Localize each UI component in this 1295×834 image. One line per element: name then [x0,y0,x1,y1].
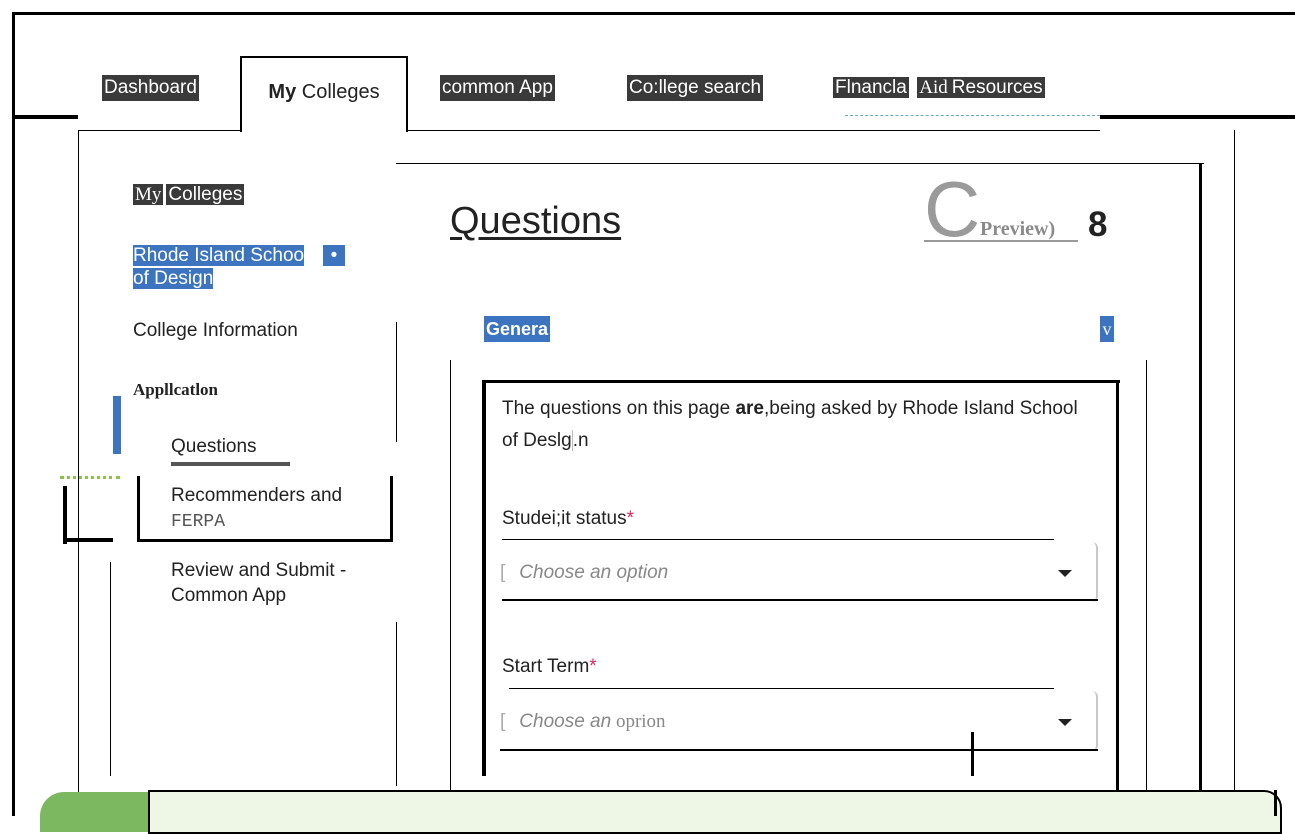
start-term-option-text-a: Choose an [519,711,612,732]
sidebar-college-name[interactable]: Rhode Island Schoo • of Design [133,244,346,290]
focus-bracket-left [63,486,67,544]
form-right-guide [1146,360,1147,816]
question-count: 8 [1088,205,1108,244]
sidebar-breadcrumb[interactable]: My Colleges [133,182,245,208]
tab-baseline-left [78,130,240,131]
preview-label: Preview) [980,218,1056,240]
review-submit-line2: Common App [171,585,287,606]
sidebar-application-heading: Appllcatlon [133,380,219,399]
tabbar-right-underline [1100,115,1295,119]
intro-text-a: The questions on this page [502,398,736,419]
content-right-border [1234,130,1235,816]
student-status-label-underline [502,539,1054,540]
student-status-option-text: Choose an option [519,562,669,583]
recommenders-label: Recommenders and [171,485,343,506]
college-name-bullet: • [322,245,346,266]
preview-link[interactable]: C Preview) [924,170,1084,250]
sidebar-item-recommenders[interactable]: Recommenders and FERPA [137,476,393,542]
preview-underline [924,240,1078,242]
sidebar-item-college-information[interactable]: College Information [133,320,298,342]
caret-down-icon[interactable] [1058,570,1072,577]
tab-hover-indicator [845,115,1100,116]
intro-text: The questions on this page are,being ask… [502,393,1092,457]
intro-text-c: .n [571,430,589,451]
student-status-select-underline [502,599,1098,601]
start-term-text: Start Term [502,656,590,677]
sidebar-item-questions[interactable]: Questions [171,436,257,458]
start-term-label: Start Term* [502,656,597,678]
caret-down-icon[interactable] [1058,719,1072,726]
sidebar-item-review-submit[interactable]: Review and Submit - Common App [171,558,346,608]
form-left-guide [450,360,451,816]
tab-college-search[interactable]: Co:llege search [627,75,764,101]
college-name-line2: of Design [133,268,214,289]
start-term-select[interactable]: [ Choose an oprion [500,691,1098,751]
content-left-border [78,130,79,816]
start-term-option-text-b: oprion [611,711,666,732]
tabbar-left-underline [12,115,78,119]
breadcrumb-my: My [133,184,164,205]
review-submit-line1: Review and Submit - [171,560,347,581]
tab-financial-aid-a: Flnancla [833,77,909,98]
tab-my-colleges-label: Colleges [296,81,380,103]
sidebar-divider-top [396,322,397,442]
section-general-header[interactable]: Genera [484,316,551,342]
required-asterisk: * [589,656,597,677]
form-card-left-border [482,380,486,776]
start-term-select-underline [500,749,1098,751]
tab-baseline-right [408,130,1100,131]
footer-panel [148,790,1282,834]
student-status-select[interactable]: [ Choose an option [500,542,1098,602]
page-title: Questions [450,200,622,242]
sidebar-divider-bottom [396,622,397,786]
form-card-top-border [482,380,1120,383]
start-term-label-underline [509,688,1054,689]
frame-top-border [12,12,1295,15]
tab-financial-aid-c: Resources [949,77,1045,98]
main-panel-top-border [396,163,1204,164]
tab-my-colleges[interactable]: My Colleges [240,56,408,132]
questions-active-underline [171,462,290,466]
footer-right-edge [1274,790,1277,816]
sidebar-guide-left [110,562,111,776]
focus-bracket-bottom [63,538,113,542]
ferpa-label: FERPA [171,512,226,532]
footer-green-tab[interactable] [40,792,148,832]
student-status-label: Studei;it status* [502,508,634,530]
start-term-placeholder: [ Choose an oprion [500,711,666,733]
chevron-down-icon[interactable]: v [1100,316,1114,342]
select-bracket: [ [500,711,506,732]
frame-left-border [12,12,15,816]
required-asterisk: * [626,508,635,529]
tab-my-colleges-bold: My [268,81,297,103]
drag-handle-dots [60,476,120,487]
tab-common-app[interactable]: common App [440,75,555,101]
breadcrumb-colleges: Colleges [166,184,245,205]
select-bracket: [ [500,562,506,583]
tab-dashboard[interactable]: Dashboard [102,75,199,101]
college-name-line1: Rhode Island Schoo [133,245,305,266]
student-status-placeholder: [ Choose an option [500,562,668,584]
tab-financial-aid-b: Aid [917,77,950,98]
form-card-right-border [1116,380,1119,808]
sidebar-active-indicator [113,396,121,454]
main-panel-right-border [1199,163,1202,816]
text-cursor [971,732,974,776]
preview-letter: C [924,165,981,253]
student-status-text: Studei;it status [502,508,627,529]
tab-financial-aid[interactable]: Flnancla Aid Resources [833,75,1045,101]
intro-text-bold: are [735,398,764,419]
